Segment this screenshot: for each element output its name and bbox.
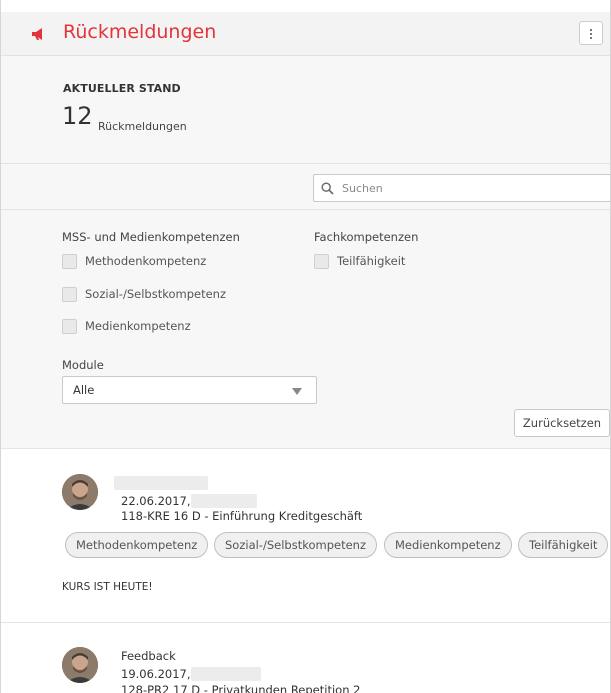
- caret-down-icon: [292, 388, 302, 395]
- panel-header: Rückmeldungen: [1, 12, 610, 56]
- kebab-menu-button[interactable]: [579, 21, 603, 45]
- avatar: [62, 647, 98, 683]
- checkbox-label: Medienkompetenz: [85, 319, 191, 333]
- tag-list: Methodenkompetenz Sozial-/Selbstkompeten…: [1, 532, 610, 560]
- checkbox-box[interactable]: [314, 254, 329, 269]
- page-title: Rückmeldungen: [63, 21, 217, 43]
- tag-teilfaehigkeit[interactable]: Teilfähigkeit: [518, 532, 609, 558]
- module-select-value: Alle: [73, 383, 95, 397]
- tag-medienkompetenz[interactable]: Medienkompetenz: [384, 532, 512, 558]
- feed-item[interactable]: Feedback 19.06.2017, 128-PR2 17 D - Priv…: [1, 623, 610, 693]
- feedback-panel: Rückmeldungen AKTUELLER STAND 12 Rückmel…: [0, 0, 611, 693]
- kebab-menu-icon: [590, 29, 592, 31]
- redacted-title: [114, 476, 208, 490]
- feed-note: KURS IST HEUTE!: [62, 581, 153, 593]
- reset-button[interactable]: Zurücksetzen: [514, 409, 610, 437]
- feed-date: 22.06.2017,: [121, 494, 191, 508]
- search-icon: [321, 182, 334, 195]
- tag-methodenkompetenz[interactable]: Methodenkompetenz: [65, 532, 209, 558]
- module-label: Module: [62, 358, 104, 372]
- checkbox-label: Teilfähigkeit: [337, 254, 406, 268]
- avatar: [62, 474, 98, 510]
- megaphone-icon: [32, 28, 42, 40]
- checkbox-label: Methodenkompetenz: [85, 254, 207, 268]
- feed-course: 118-KRE 16 D - Einführung Kreditgeschäft: [121, 509, 363, 523]
- tag-sozial-selbstkompetenz[interactable]: Sozial-/Selbstkompetenz: [214, 532, 377, 558]
- checkbox-box[interactable]: [62, 319, 77, 334]
- feed-item[interactable]: 22.06.2017, 118-KRE 16 D - Einführung Kr…: [1, 450, 610, 622]
- search-row: [1, 164, 610, 210]
- feed-course: 128-PR2 17 D - Privatkunden Repetition 2: [121, 683, 361, 693]
- checkbox-label: Sozial-/Selbstkompetenz: [85, 287, 226, 301]
- module-select[interactable]: Alle: [62, 376, 317, 404]
- feedback-count: 12: [62, 102, 93, 130]
- filter-section: MSS- und Medienkompetenzen Methodenkompe…: [1, 210, 610, 449]
- search-input[interactable]: [313, 174, 610, 202]
- checkbox-box[interactable]: [62, 254, 77, 269]
- redacted-author: [191, 667, 261, 681]
- status-label: AKTUELLER STAND: [63, 82, 181, 95]
- filter-group-title-mss: MSS- und Medienkompetenzen: [62, 230, 240, 244]
- checkbox-box[interactable]: [62, 287, 77, 302]
- feedback-count-unit: Rückmeldungen: [98, 120, 187, 133]
- feed-date: 19.06.2017,: [121, 667, 191, 681]
- feed-title: Feedback: [121, 649, 176, 663]
- status-section: AKTUELLER STAND 12 Rückmeldungen: [1, 56, 610, 164]
- redacted-author: [191, 494, 257, 508]
- filter-group-title-fach: Fachkompetenzen: [314, 230, 419, 244]
